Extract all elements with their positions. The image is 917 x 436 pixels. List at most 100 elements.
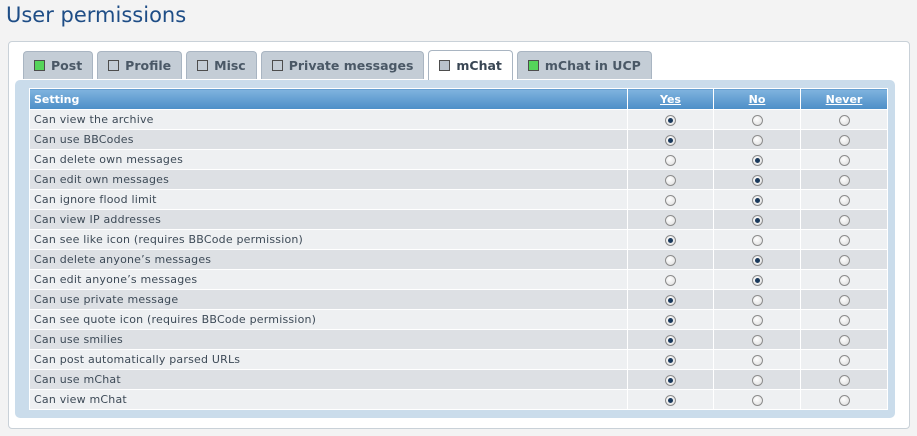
radio-never[interactable] <box>838 274 850 286</box>
radio-never[interactable] <box>838 134 850 146</box>
permissions-table: Setting Yes No Never Can view the archiv… <box>29 88 888 410</box>
radio-no[interactable] <box>751 354 763 366</box>
radio-no[interactable] <box>751 154 763 166</box>
radio-no[interactable] <box>751 254 763 266</box>
radio-no[interactable] <box>751 394 763 406</box>
setting-label: Can delete anyone’s messages <box>29 249 628 270</box>
radio-yes[interactable] <box>665 194 676 206</box>
radio-never[interactable] <box>838 314 850 326</box>
radio-never[interactable] <box>838 334 850 346</box>
cell-never <box>800 369 888 390</box>
cell-no <box>713 369 801 390</box>
cell-never <box>800 109 888 130</box>
cell-never <box>800 329 888 350</box>
table-row: Can ignore flood limit <box>29 189 888 210</box>
radio-yes[interactable] <box>665 334 676 346</box>
tab-mchat[interactable]: mChat <box>428 50 513 80</box>
radio-yes[interactable] <box>665 134 676 146</box>
radio-yes[interactable] <box>665 394 676 406</box>
column-header-no[interactable]: No <box>713 88 801 110</box>
radio-yes[interactable] <box>665 114 676 126</box>
radio-never[interactable] <box>838 394 850 406</box>
cell-no <box>713 309 801 330</box>
radio-never[interactable] <box>838 154 850 166</box>
tab-profile[interactable]: Profile <box>97 51 183 79</box>
radio-never[interactable] <box>838 254 850 266</box>
setting-label: Can see like icon (requires BBCode permi… <box>29 229 628 250</box>
radio-yes[interactable] <box>665 314 676 326</box>
tab-color-swatch-icon <box>271 60 283 71</box>
setting-label: Can use BBCodes <box>29 129 628 150</box>
radio-no[interactable] <box>751 214 763 226</box>
cell-yes <box>627 329 714 350</box>
cell-yes <box>627 189 714 210</box>
cell-yes <box>627 269 714 290</box>
tab-label: Profile <box>125 58 172 73</box>
table-row: Can view mChat <box>29 389 888 410</box>
radio-no[interactable] <box>751 374 763 386</box>
tab-label: mChat in UCP <box>544 58 641 73</box>
cell-no <box>713 109 801 130</box>
tab-color-swatch-icon <box>34 60 45 71</box>
cell-yes <box>627 109 714 130</box>
cell-never <box>800 289 888 310</box>
radio-yes[interactable] <box>665 214 676 226</box>
radio-never[interactable] <box>838 294 850 306</box>
column-header-never[interactable]: Never <box>800 88 888 110</box>
radio-no[interactable] <box>751 174 763 186</box>
radio-never[interactable] <box>838 234 850 246</box>
table-row: Can delete own messages <box>29 149 888 170</box>
radio-yes[interactable] <box>665 254 676 266</box>
radio-no[interactable] <box>751 114 763 126</box>
radio-no[interactable] <box>751 334 763 346</box>
radio-yes[interactable] <box>665 294 676 306</box>
radio-no[interactable] <box>751 294 763 306</box>
radio-no[interactable] <box>751 134 763 146</box>
cell-no <box>713 289 801 310</box>
table-row: Can edit own messages <box>29 169 888 190</box>
radio-no[interactable] <box>751 194 763 206</box>
table-row: Can use smilies <box>29 329 888 350</box>
radio-yes[interactable] <box>665 374 676 386</box>
cell-never <box>800 129 888 150</box>
radio-yes[interactable] <box>665 154 676 166</box>
cell-yes <box>627 149 714 170</box>
cell-yes <box>627 209 714 230</box>
cell-never <box>800 229 888 250</box>
tab-post[interactable]: Post <box>23 51 94 79</box>
cell-no <box>713 229 801 250</box>
radio-never[interactable] <box>838 214 850 226</box>
column-header-yes[interactable]: Yes <box>627 88 714 110</box>
radio-no[interactable] <box>751 234 763 246</box>
radio-never[interactable] <box>838 174 850 186</box>
radio-no[interactable] <box>751 314 763 326</box>
setting-label: Can post automatically parsed URLs <box>29 349 628 370</box>
radio-no[interactable] <box>751 274 763 286</box>
radio-never[interactable] <box>838 114 850 126</box>
setting-label: Can view mChat <box>29 389 628 410</box>
tab-mchat-in-ucp[interactable]: mChat in UCP <box>516 51 652 79</box>
radio-never[interactable] <box>838 194 850 206</box>
tab-label: Private messages <box>288 58 414 73</box>
cell-no <box>713 349 801 370</box>
radio-yes[interactable] <box>665 354 676 366</box>
permission-tabs: Post Profile Misc Private messages mChat mCha… <box>23 50 652 80</box>
radio-never[interactable] <box>838 354 850 366</box>
cell-no <box>713 189 801 210</box>
table-header-row: Setting Yes No Never <box>29 88 888 110</box>
cell-yes <box>627 289 714 310</box>
cell-yes <box>627 369 714 390</box>
radio-yes[interactable] <box>665 234 676 246</box>
cell-no <box>713 389 801 410</box>
radio-yes[interactable] <box>665 174 676 186</box>
setting-label: Can use mChat <box>29 369 628 390</box>
tab-label: mChat <box>456 58 502 73</box>
radio-yes[interactable] <box>665 274 676 286</box>
tab-private-messages[interactable]: Private messages <box>260 51 425 79</box>
radio-never[interactable] <box>838 374 850 386</box>
tab-misc[interactable]: Misc <box>186 51 257 79</box>
column-header-setting: Setting <box>29 88 628 110</box>
table-row: Can use mChat <box>29 369 888 390</box>
cell-yes <box>627 389 714 410</box>
setting-label: Can edit own messages <box>29 169 628 190</box>
